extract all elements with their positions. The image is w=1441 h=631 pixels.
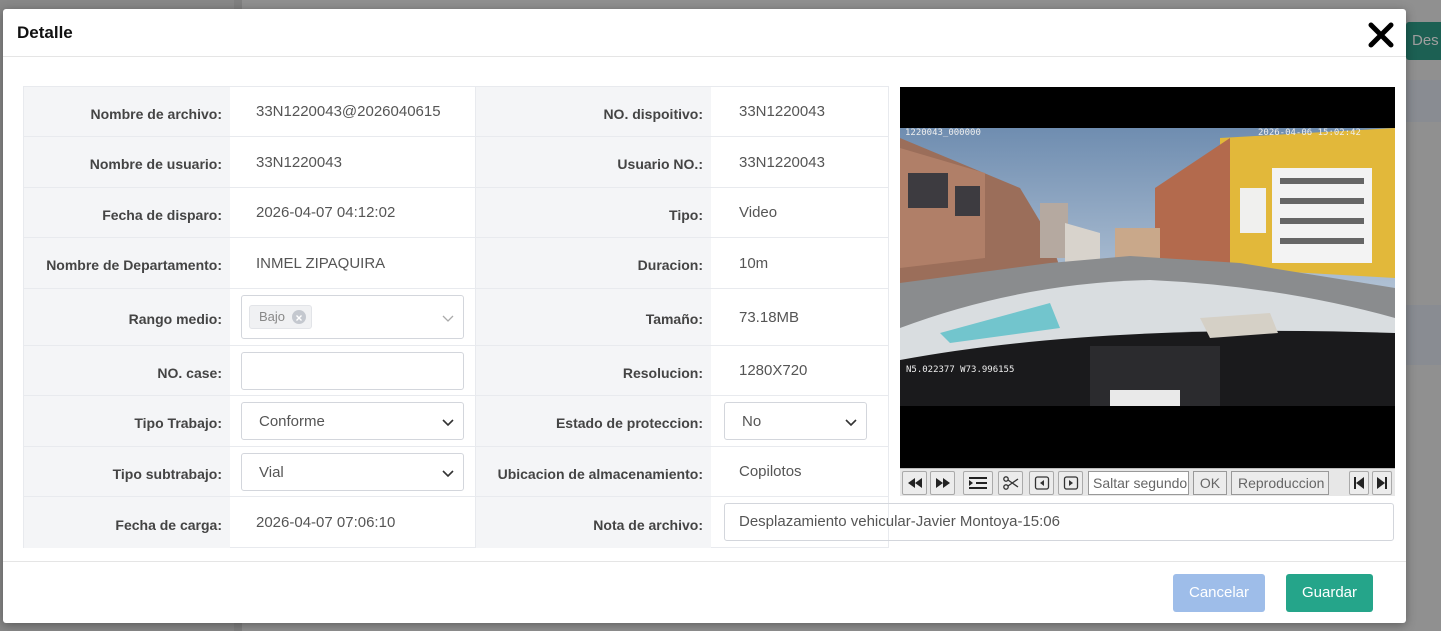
- seek-seconds-input[interactable]: Saltar segundo: [1088, 471, 1189, 495]
- field-label-tipo-subtrabajo: Tipo subtrabajo:: [112, 465, 222, 482]
- detail-modal: Detalle Nombre de archivo: 33N1220043@20…: [3, 9, 1406, 623]
- field-label-fecha-disparo: Fecha de disparo:: [102, 206, 222, 223]
- osd-channel: 1220043_000000: [905, 128, 981, 138]
- playback-button[interactable]: Reproduccion: [1231, 471, 1329, 495]
- field-value-nombre-departamento: INMEL ZIPAQUIRA: [256, 254, 386, 272]
- scissors-icon: [1003, 476, 1019, 490]
- field-label-no-dispositivo: NO. dispoitivo:: [603, 105, 703, 122]
- field-value-fecha-disparo: 2026-04-07 04:12:02: [256, 204, 396, 221]
- tipo-subtrabajo-select[interactable]: Vial: [241, 453, 464, 491]
- field-label-usuario-no: Usuario NO.:: [617, 156, 703, 172]
- chevron-down-icon: [442, 470, 454, 478]
- field-label-estado-proteccion: Estado de proteccion:: [555, 415, 703, 431]
- video-controls: Saltar segundo OK Reproduccion: [900, 468, 1395, 496]
- field-value-ubicacion-almacenamiento: Copilotos: [739, 463, 802, 480]
- step-forward-icon: [1063, 476, 1079, 490]
- field-label-duracion: Duracion:: [637, 257, 703, 273]
- rango-medio-tag-label: Bajo: [259, 309, 286, 324]
- field-value-fecha-carga: 2026-04-07 07:06:10: [256, 514, 396, 531]
- form-row: Nombre de Departamento: INMEL ZIPAQUIRA …: [24, 238, 888, 289]
- field-value-usuario-no: 33N1220043: [739, 153, 825, 171]
- field-label-ubicacion-almacenamiento: Ubicacion de almacenamiento:: [497, 465, 703, 482]
- form-row: Tipo Trabajo: Conforme Estado de protecc…: [24, 396, 888, 447]
- osd-gps: N5.022377 W73.996155: [906, 365, 1015, 375]
- rango-medio-select[interactable]: Bajo: [241, 295, 464, 339]
- field-value-tipo: Video: [739, 204, 778, 221]
- form-row: Fecha de carga: 2026-04-07 07:06:10 Nota…: [24, 497, 1394, 548]
- form-row: Nombre de usuario: 33N1220043 Usuario NO…: [24, 137, 888, 188]
- estado-proteccion-selected: No: [742, 413, 762, 430]
- tag-remove-icon[interactable]: [292, 310, 307, 324]
- next-frame-button[interactable]: [1058, 471, 1083, 495]
- field-label-tipo-trabajo: Tipo Trabajo:: [134, 415, 222, 431]
- field-label-nombre-usuario: Nombre de usuario:: [89, 156, 222, 172]
- close-icon[interactable]: [1366, 20, 1396, 50]
- field-value-duracion: 10m: [739, 254, 769, 272]
- fast-forward-button[interactable]: [930, 471, 955, 495]
- form-row: NO. case: Resolucion: 1280X720: [24, 346, 888, 396]
- modal-footer-divider: [3, 561, 1406, 562]
- no-case-input[interactable]: [241, 352, 464, 390]
- tipo-trabajo-select[interactable]: Conforme: [241, 402, 464, 440]
- detail-form: Nombre de archivo: 33N1220043@2026040615…: [23, 86, 1394, 548]
- field-label-no-case: NO. case:: [157, 364, 222, 381]
- clip-button[interactable]: [998, 471, 1023, 495]
- chevron-down-icon: [442, 315, 454, 322]
- prev-frame-button[interactable]: [1029, 471, 1054, 495]
- list-icon: [969, 477, 987, 489]
- seek-ok-button[interactable]: OK: [1193, 471, 1227, 495]
- field-value-nombre-usuario: 33N1220043: [256, 153, 342, 171]
- field-label-rango-medio: Rango medio:: [128, 311, 222, 327]
- field-label-tamano: Tamaño:: [645, 311, 703, 327]
- playlist-button[interactable]: [963, 471, 993, 495]
- estado-proteccion-select[interactable]: No: [724, 402, 867, 440]
- field-value-resolucion: 1280X720: [739, 362, 808, 379]
- step-back-icon: [1034, 476, 1050, 490]
- chevron-down-icon: [845, 419, 857, 427]
- skip-end-icon: [1377, 477, 1387, 489]
- form-row: Rango medio: Bajo Tamaño: 73.18MB: [24, 289, 888, 346]
- modal-title: Detalle: [17, 23, 73, 42]
- form-row: Tipo subtrabajo: Vial Ubicacion de almac…: [24, 447, 888, 497]
- rewind-button[interactable]: [902, 471, 927, 495]
- rewind-icon: [908, 478, 922, 488]
- rango-medio-tag: Bajo: [249, 305, 313, 329]
- chevron-down-icon: [442, 419, 454, 427]
- field-value-nombre-archivo: 33N1220043@2026040615: [256, 103, 441, 120]
- field-label-tipo: Tipo:: [669, 206, 703, 223]
- video-player[interactable]: 1220043_000000 2026-04-06 15:02:42 N5.02…: [900, 87, 1395, 468]
- save-button[interactable]: Guardar: [1286, 574, 1373, 612]
- field-label-nombre-archivo: Nombre de archivo:: [90, 105, 222, 122]
- nota-archivo-input[interactable]: Desplazamiento vehicular-Javier Montoya-…: [724, 503, 1394, 541]
- form-row: Fecha de disparo: 2026-04-07 04:12:02 Ti…: [24, 188, 888, 238]
- fast-forward-icon: [936, 478, 950, 488]
- form-row: Nombre de archivo: 33N1220043@2026040615…: [24, 87, 888, 137]
- field-label-nombre-departamento: Nombre de Departamento:: [46, 257, 222, 273]
- field-label-fecha-carga: Fecha de carga:: [115, 516, 222, 533]
- field-label-resolucion: Resolucion:: [622, 364, 703, 381]
- first-button[interactable]: [1349, 471, 1369, 495]
- cancel-button[interactable]: Cancelar: [1173, 574, 1265, 612]
- tipo-trabajo-selected: Conforme: [259, 413, 325, 430]
- field-value-tamano: 73.18MB: [739, 308, 800, 326]
- video-frame: 1220043_000000 2026-04-06 15:02:42 N5.02…: [900, 128, 1395, 406]
- modal-header: Detalle: [3, 9, 1406, 57]
- last-button[interactable]: [1372, 471, 1392, 495]
- field-value-no-dispositivo: 33N1220043: [739, 103, 825, 120]
- field-label-nota-archivo: Nota de archivo:: [593, 516, 703, 533]
- tipo-subtrabajo-selected: Vial: [259, 464, 284, 481]
- skip-start-icon: [1354, 477, 1364, 489]
- osd-timestamp: 2026-04-06 15:02:42: [1258, 128, 1361, 138]
